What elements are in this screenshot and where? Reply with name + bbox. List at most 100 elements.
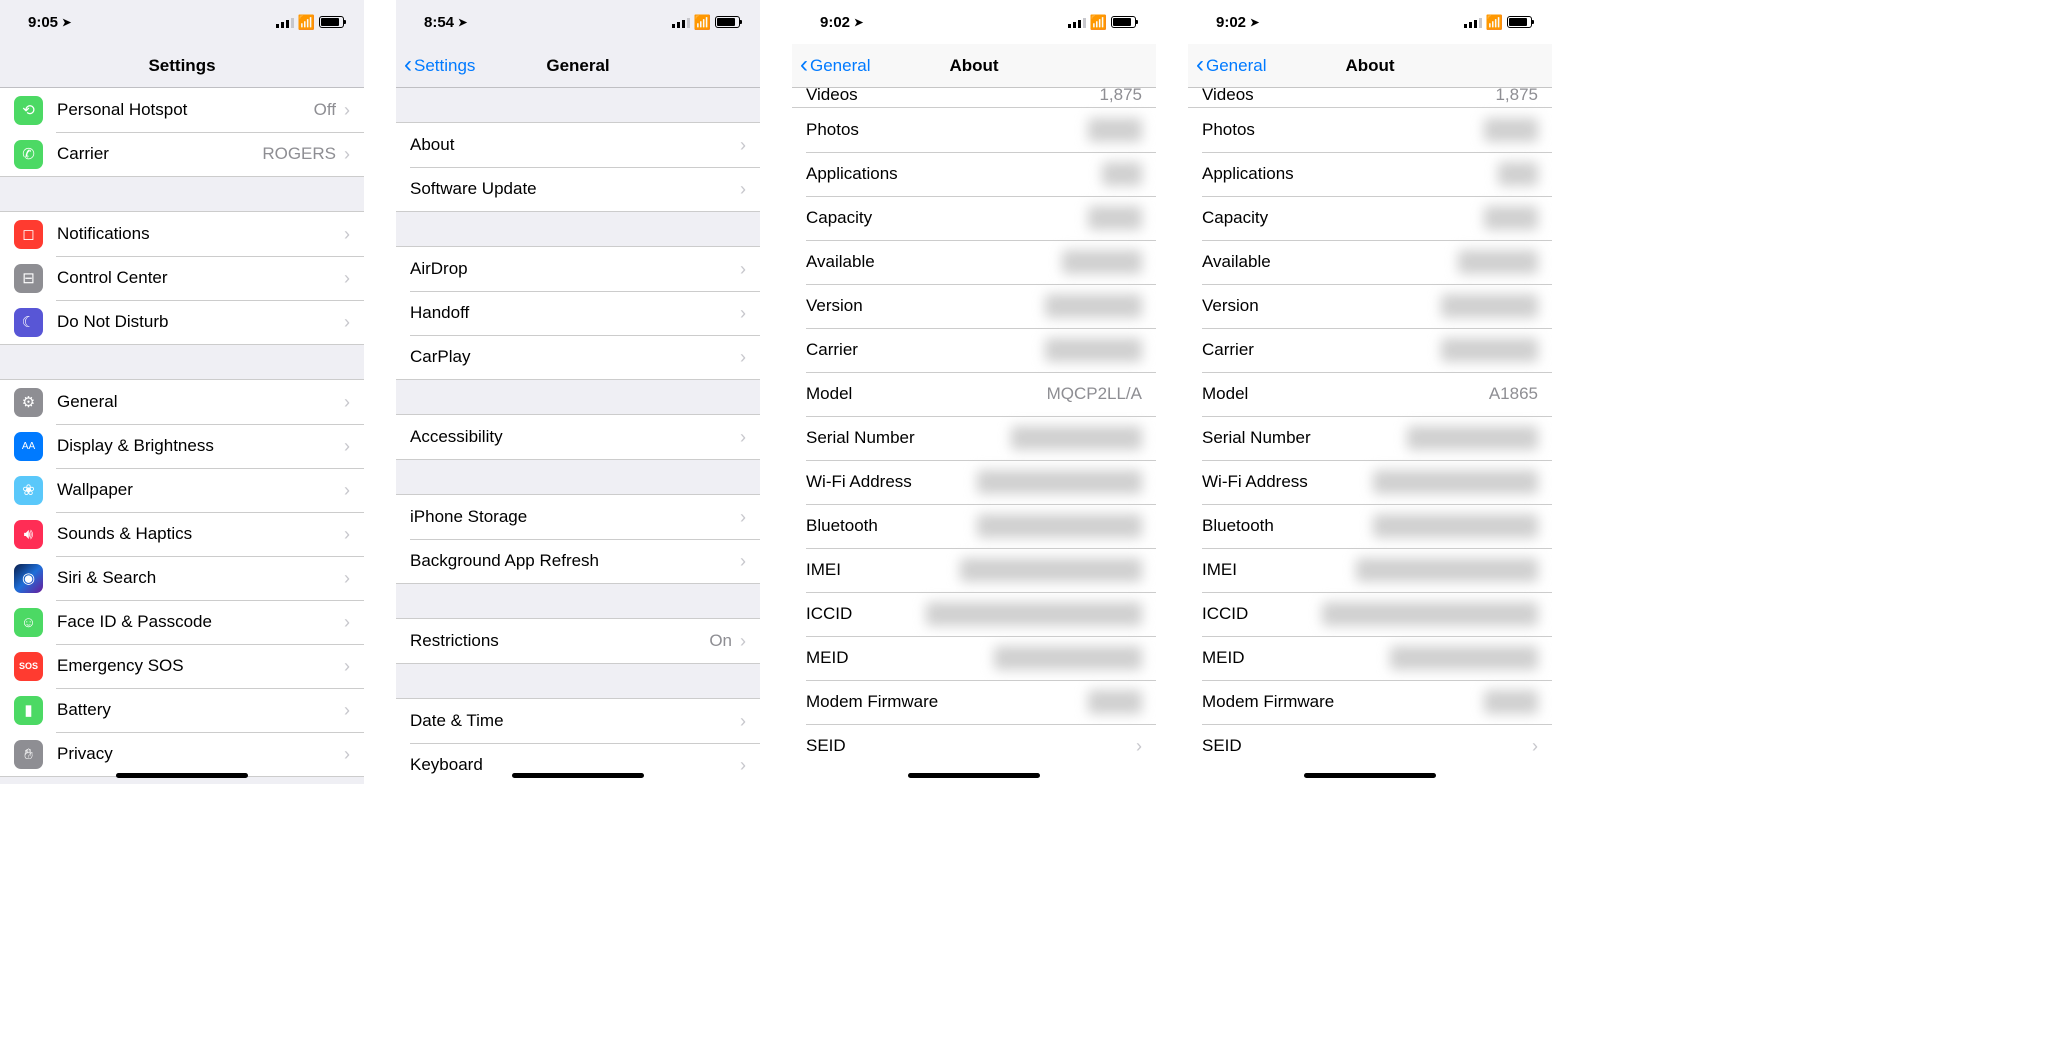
redacted-value: xxxxxxxxxxxxxxxx <box>1390 646 1538 670</box>
label: CarPlay <box>410 347 732 367</box>
row-capacity: Capacityxxxxx <box>792 196 1156 240</box>
label: AirDrop <box>410 259 732 279</box>
row-sos[interactable]: SOS Emergency SOS › <box>0 644 364 688</box>
row-model[interactable]: ModelA1865 <box>1188 372 1552 416</box>
cell-signal-icon <box>276 17 294 28</box>
label: iPhone Storage <box>410 507 732 527</box>
label: IMEI <box>1202 560 1356 580</box>
redacted-value: xxxxxxxxxxxxxxxxxx <box>977 470 1142 494</box>
redacted-value: xxxxxxxxxxxxxx <box>1407 426 1538 450</box>
row-seid[interactable]: SEID› <box>1188 724 1552 768</box>
row-dnd[interactable]: ☾ Do Not Disturb › <box>0 300 364 344</box>
label: Videos <box>806 88 1099 105</box>
value: A1865 <box>1489 384 1538 404</box>
row-control-center[interactable]: ⊟ Control Center › <box>0 256 364 300</box>
status-icons: ︎📶 <box>1464 14 1532 31</box>
label: Bluetooth <box>1202 516 1373 536</box>
row-faceid[interactable]: ☺ Face ID & Passcode › <box>0 600 364 644</box>
status-time: 8:54➤ <box>424 14 467 31</box>
row-general[interactable]: ⚙ General › <box>0 380 364 424</box>
row-photos: Photosxxxxx <box>1188 108 1552 152</box>
row-battery[interactable]: ▮ Battery › <box>0 688 364 732</box>
chevron-right-icon: › <box>344 568 350 589</box>
back-button[interactable]: ‹Settings <box>404 55 475 77</box>
back-button[interactable]: ‹General <box>1196 55 1266 77</box>
row-sounds[interactable]: 🔊︎ Sounds & Haptics › <box>0 512 364 556</box>
row-version: Versionxxxxxxxxxx <box>1188 284 1552 328</box>
label: Version <box>1202 296 1441 316</box>
chevron-right-icon: › <box>344 612 350 633</box>
redacted-value: xx <box>1102 162 1142 186</box>
chevron-right-icon: › <box>344 224 350 245</box>
chevron-right-icon: › <box>740 755 746 776</box>
battery-icon <box>715 16 740 28</box>
row-background-app-refresh[interactable]: Background App Refresh › <box>396 539 760 583</box>
row-wallpaper[interactable]: ❀ Wallpaper › <box>0 468 364 512</box>
chevron-right-icon: › <box>344 312 350 333</box>
nav-bar: Settings <box>0 44 364 88</box>
value: 1,875 <box>1099 88 1142 105</box>
row-siri[interactable]: ◉ Siri & Search › <box>0 556 364 600</box>
redacted-value: xxxxxxxxxx <box>1441 338 1538 362</box>
label: Capacity <box>806 208 1088 228</box>
row-about[interactable]: About › <box>396 123 760 167</box>
row-version: Versionxxxxxxxxxx <box>792 284 1156 328</box>
row-airdrop[interactable]: AirDrop › <box>396 247 760 291</box>
back-button[interactable]: ‹General <box>800 55 870 77</box>
row-display[interactable]: AA Display & Brightness › <box>0 424 364 468</box>
label: MEID <box>1202 648 1390 668</box>
about-screen-2: 9:02➤ ︎📶 ‹General About Videos 1,875 Pho… <box>1188 0 1552 784</box>
label: MEID <box>806 648 994 668</box>
home-indicator[interactable] <box>116 773 248 778</box>
status-bar: 9:05➤ ︎📶 <box>0 0 364 44</box>
home-indicator[interactable] <box>908 773 1040 778</box>
redacted-value: xxxxx <box>1484 118 1539 142</box>
label: Face ID & Passcode <box>57 612 336 632</box>
label: Privacy <box>57 744 336 764</box>
page-title: About <box>1345 56 1394 76</box>
wifi-icon: ︎📶 <box>298 14 315 31</box>
chevron-left-icon: ‹ <box>1196 53 1204 77</box>
row-software-update[interactable]: Software Update › <box>396 167 760 211</box>
redacted-value: xxxxxxxxxxxxxxxxxx <box>1373 514 1538 538</box>
chevron-right-icon: › <box>740 631 746 652</box>
label: General <box>57 392 336 412</box>
row-date-time[interactable]: Date & Time › <box>396 699 760 743</box>
row-iccid: ICCIDxxxxxxxxxxxxxxxxxxxxxxxx <box>1188 592 1552 636</box>
row-accessibility[interactable]: Accessibility › <box>396 415 760 459</box>
row-privacy[interactable]: ✋︎ Privacy › <box>0 732 364 776</box>
row-carrier[interactable]: ✆ Carrier ROGERS › <box>0 132 364 176</box>
chevron-right-icon: › <box>344 656 350 677</box>
status-bar: 9:02➤ ︎📶 <box>1188 0 1552 44</box>
row-modem-firmware: Modem Firmwarexxxxx <box>792 680 1156 724</box>
battery-icon <box>319 16 344 28</box>
redacted-value: xxxxxxxxxxxxxxxxxxxxxxxx <box>1322 602 1538 626</box>
row-carplay[interactable]: CarPlay › <box>396 335 760 379</box>
row-seid[interactable]: SEID › <box>792 724 1156 768</box>
label: Photos <box>806 120 1088 140</box>
cell-signal-icon <box>1068 17 1086 28</box>
nav-bar: ‹General About <box>1188 44 1552 88</box>
home-indicator[interactable] <box>512 773 644 778</box>
value: On <box>709 631 732 651</box>
row-notifications[interactable]: ◻ Notifications › <box>0 212 364 256</box>
home-indicator[interactable] <box>1304 773 1436 778</box>
row-personal-hotspot[interactable]: ⟲ Personal Hotspot Off › <box>0 88 364 132</box>
row-modem-firmware: Modem Firmwarexxxxx <box>1188 680 1552 724</box>
chevron-right-icon: › <box>1136 736 1142 757</box>
label: Bluetooth <box>806 516 977 536</box>
chevron-right-icon: › <box>344 392 350 413</box>
redacted-value: xx <box>1498 162 1538 186</box>
row-imei: IMEIxxxxxxxxxxxxxxxxxxxx <box>1188 548 1552 592</box>
label: SEID <box>806 736 1128 756</box>
row-iphone-storage[interactable]: iPhone Storage › <box>396 495 760 539</box>
row-videos-partial: Videos 1,875 <box>792 88 1156 108</box>
row-model[interactable]: ModelMQCP2LL/A <box>792 372 1156 416</box>
wifi-icon: ︎📶 <box>1090 14 1107 31</box>
row-restrictions[interactable]: Restrictions On › <box>396 619 760 663</box>
row-applications: Applicationsxx <box>1188 152 1552 196</box>
location-icon: ➤ <box>854 16 863 29</box>
row-handoff[interactable]: Handoff › <box>396 291 760 335</box>
redacted-value: xxxxxxxxxxxxxxxxxxxxxxxx <box>926 602 1142 626</box>
label: Emergency SOS <box>57 656 336 676</box>
